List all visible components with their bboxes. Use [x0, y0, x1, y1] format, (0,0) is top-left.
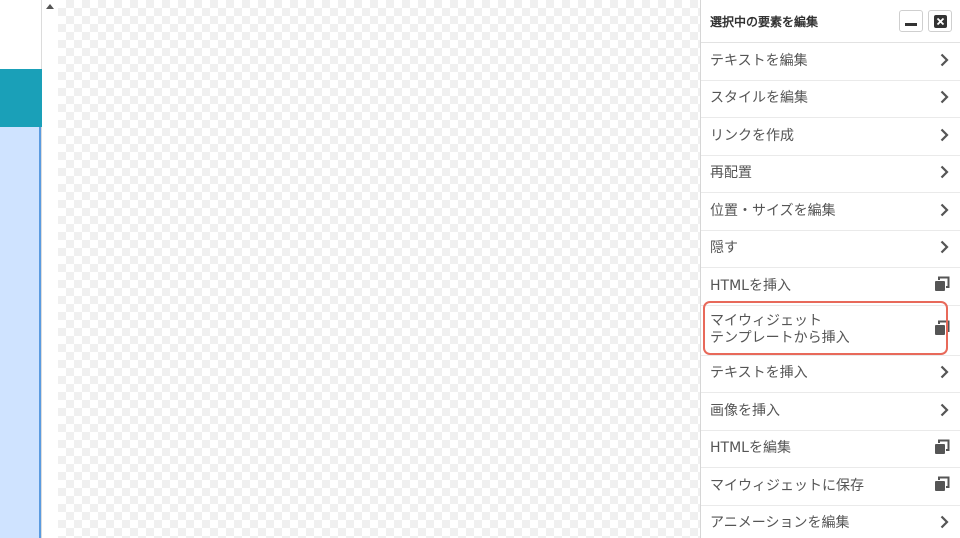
panel-header: 選択中の要素を編集 [701, 0, 960, 43]
menu-item-4[interactable]: 位置・サイズを編集 [701, 193, 960, 231]
menu-item-label: HTMLを編集 [710, 440, 791, 457]
panel-title: 選択中の要素を編集 [710, 14, 819, 29]
menu-item-label: スタイルを編集 [710, 90, 808, 107]
menu-item-7[interactable]: マイウィジェット テンプレートから挿入 [701, 306, 960, 356]
menu-item-5[interactable]: 隠す [701, 231, 960, 268]
chevron-right-icon [938, 164, 950, 183]
chevron-right-icon [938, 127, 950, 146]
chevron-right-icon [938, 52, 950, 71]
menu-item-label: 画像を挿入 [710, 402, 780, 419]
copy-icon [934, 476, 950, 496]
close-icon [933, 14, 947, 28]
panel-menu: テキストを編集 スタイルを編集 リンクを作成 再配置位置・サイズを編集 隠す HTMLを挿… [701, 43, 960, 538]
menu-item-label: HTMLを挿入 [710, 277, 791, 294]
copy-icon [934, 439, 950, 459]
menu-item-0[interactable]: テキストを編集 [701, 43, 960, 81]
chevron-right-icon [938, 402, 950, 421]
menu-item-6[interactable]: HTMLを挿入 [701, 268, 960, 306]
copy-icon [934, 320, 950, 340]
menu-item-3[interactable]: 再配置 [701, 156, 960, 193]
menu-item-label: テキストを編集 [710, 52, 808, 69]
selected-element-area[interactable] [0, 127, 41, 538]
menu-item-label: リンクを作成 [710, 127, 794, 144]
menu-item-label: 位置・サイズを編集 [710, 202, 836, 219]
menu-item-label: テキストを挿入 [710, 365, 808, 382]
menu-item-2[interactable]: リンクを作成 [701, 118, 960, 156]
menu-item-10[interactable]: HTMLを編集 [701, 431, 960, 468]
menu-item-8[interactable]: テキストを挿入 [701, 356, 960, 393]
menu-item-label: 再配置 [710, 165, 752, 182]
copy-icon [934, 276, 950, 296]
chevron-right-icon [938, 239, 950, 258]
chevron-right-icon [938, 202, 950, 221]
menu-item-label: 隠す [710, 240, 738, 257]
selected-header-block[interactable] [0, 69, 42, 127]
minimize-button[interactable] [899, 10, 923, 32]
scrollbar[interactable] [42, 0, 58, 538]
menu-item-9[interactable]: 画像を挿入 [701, 393, 960, 431]
transparent-canvas [58, 0, 700, 538]
edit-element-panel: 選択中の要素を編集 テキストを編集 スタイルを編集 リンクを作成 再配置位置・サイズを… [700, 0, 960, 538]
menu-item-1[interactable]: スタイルを編集 [701, 81, 960, 118]
menu-item-label: マイウィジェットに保存 [710, 477, 864, 494]
scroll-up-icon[interactable] [46, 4, 54, 9]
menu-item-label: アニメーションを編集 [710, 515, 850, 532]
menu-item-label: マイウィジェット テンプレートから挿入 [710, 313, 850, 346]
chevron-right-icon [938, 514, 950, 533]
chevron-right-icon [938, 89, 950, 108]
close-button[interactable] [928, 10, 952, 32]
chevron-right-icon [938, 364, 950, 383]
menu-item-12[interactable]: アニメーションを編集 [701, 506, 960, 538]
minimize-icon [905, 22, 917, 26]
menu-item-11[interactable]: マイウィジェットに保存 [701, 468, 960, 506]
